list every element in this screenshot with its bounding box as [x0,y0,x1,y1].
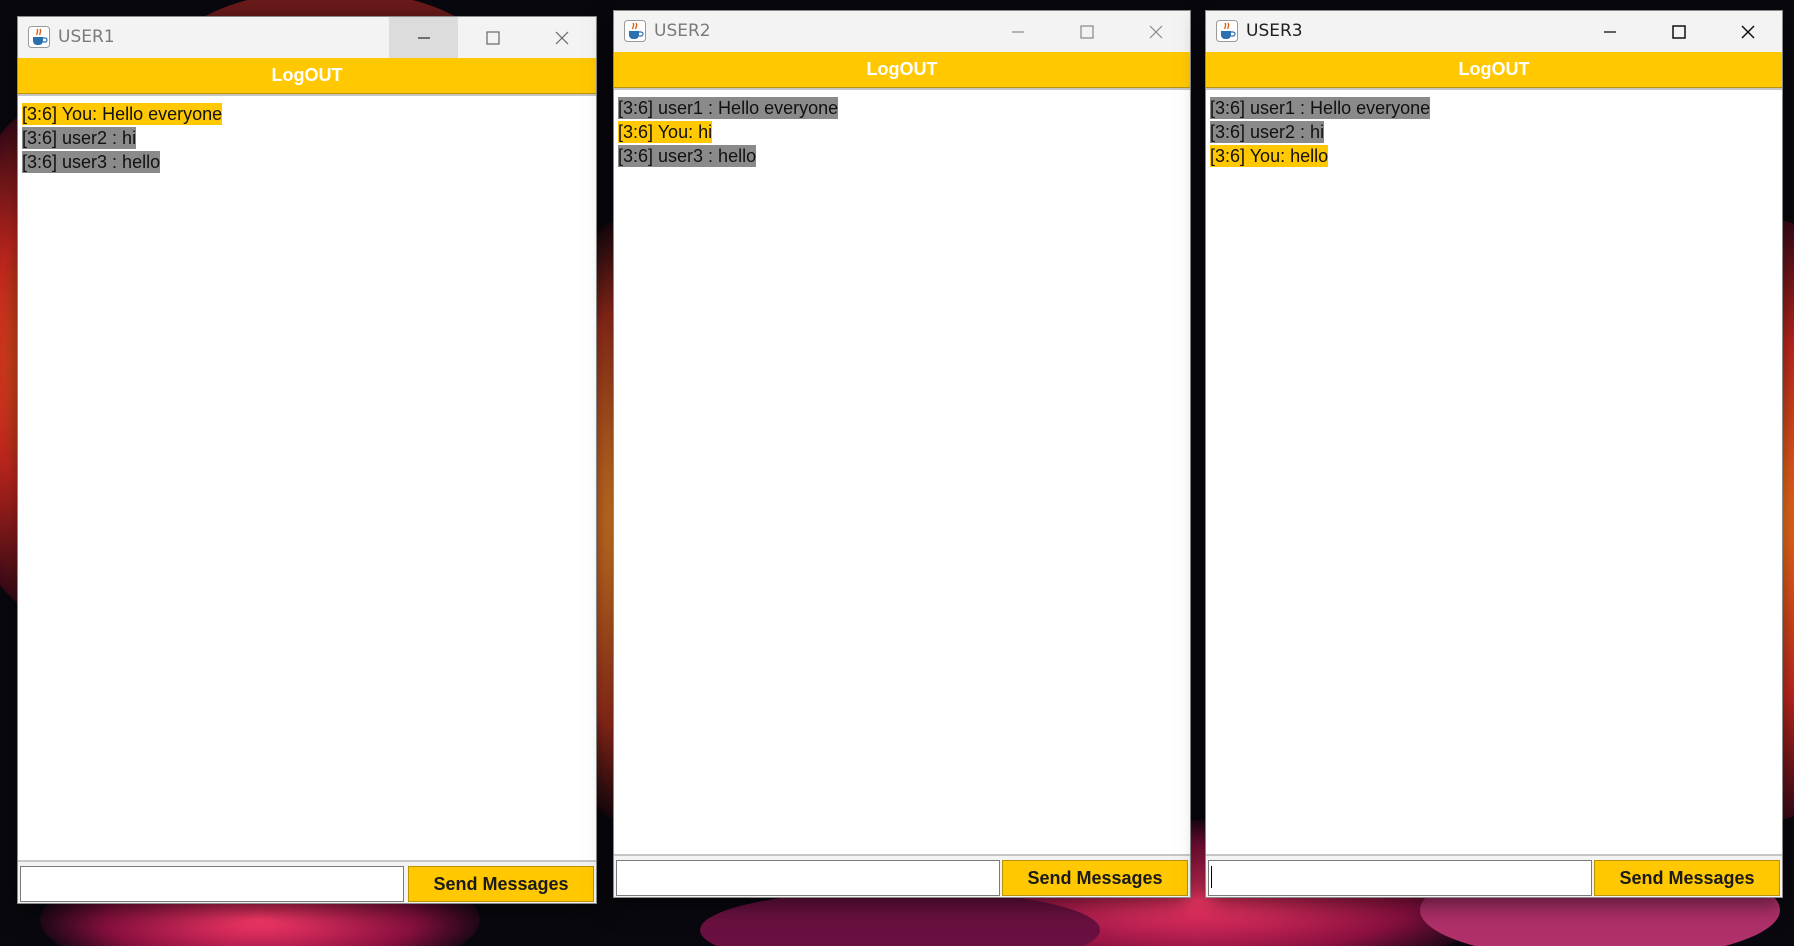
titlebar[interactable]: USER1 [18,17,596,58]
logout-button[interactable]: LogOUT [614,52,1190,88]
send-messages-button[interactable]: Send Messages [1002,860,1188,896]
chat-message-area[interactable]: [3:6] You: Hello everyone [3:6] user2 : … [18,94,596,862]
chat-message: [3:6] user3 : hello [22,150,592,174]
close-button[interactable] [1713,11,1782,52]
message-text: [3:6] user2 : hi [22,127,137,149]
minimize-icon [1603,30,1616,33]
logout-button[interactable]: LogOUT [18,58,596,94]
maximize-button[interactable] [1644,11,1713,52]
close-button[interactable] [1121,11,1190,52]
message-text: [3:6] You: hello [1210,145,1329,167]
java-cup-icon [624,20,646,42]
minimize-button[interactable] [983,11,1052,52]
java-cup-icon [1216,20,1238,42]
chat-message: [3:6] You: hi [618,120,1186,144]
chat-window-user3: USER3 LogOUT [3:6] user1 : Hello everyon… [1205,10,1783,898]
message-input[interactable] [20,866,404,902]
close-icon [1149,25,1162,38]
chat-message: [3:6] user2 : hi [1210,120,1778,144]
compose-row: Send Messages [614,858,1190,898]
titlebar[interactable]: USER3 [1206,11,1782,52]
chat-message-area[interactable]: [3:6] user1 : Hello everyone [3:6] You: … [614,88,1190,856]
window-title: USER2 [654,21,711,41]
window-title: USER3 [1246,21,1303,41]
compose-row: Send Messages [1206,858,1782,898]
window-title: USER1 [58,27,115,47]
desktop: USER1 LogOUT [3:6] You: Hello everyone [… [0,0,1794,946]
maximize-icon [485,30,500,45]
minimize-button[interactable] [1575,11,1644,52]
java-cup-icon [28,26,50,48]
maximize-icon [1079,24,1094,39]
chat-message: [3:6] You: Hello everyone [22,102,592,126]
message-text: [3:6] user3 : hello [22,151,161,173]
logout-button[interactable]: LogOUT [1206,52,1782,88]
chat-message: [3:6] You: hello [1210,144,1778,168]
send-messages-button[interactable]: Send Messages [1594,860,1780,896]
chat-message: [3:6] user3 : hello [618,144,1186,168]
close-icon [555,31,568,44]
message-text: [3:6] user2 : hi [1210,121,1325,143]
chat-window-user1: USER1 LogOUT [3:6] You: Hello everyone [… [17,16,597,904]
message-text: [3:6] user1 : Hello everyone [618,97,839,119]
text-caret [1211,866,1212,888]
message-text: [3:6] You: Hello everyone [22,103,223,125]
message-text: [3:6] user3 : hello [618,145,757,167]
maximize-button[interactable] [1052,11,1121,52]
send-messages-button[interactable]: Send Messages [408,866,594,902]
chat-message: [3:6] user1 : Hello everyone [1210,96,1778,120]
maximize-button[interactable] [458,17,527,58]
minimize-icon [1011,30,1024,33]
message-text: [3:6] user1 : Hello everyone [1210,97,1431,119]
message-input[interactable] [616,860,1000,896]
chat-message: [3:6] user1 : Hello everyone [618,96,1186,120]
minimize-icon [417,36,430,39]
titlebar[interactable]: USER2 [614,11,1190,52]
compose-row: Send Messages [18,864,596,904]
maximize-icon [1671,24,1686,39]
message-text: [3:6] You: hi [618,121,713,143]
chat-message-area[interactable]: [3:6] user1 : Hello everyone [3:6] user2… [1206,88,1782,856]
close-button[interactable] [527,17,596,58]
message-input[interactable] [1208,860,1592,896]
chat-window-user2: USER2 LogOUT [3:6] user1 : Hello everyon… [613,10,1191,898]
minimize-button[interactable] [389,17,458,58]
chat-message: [3:6] user2 : hi [22,126,592,150]
close-icon [1740,24,1755,39]
